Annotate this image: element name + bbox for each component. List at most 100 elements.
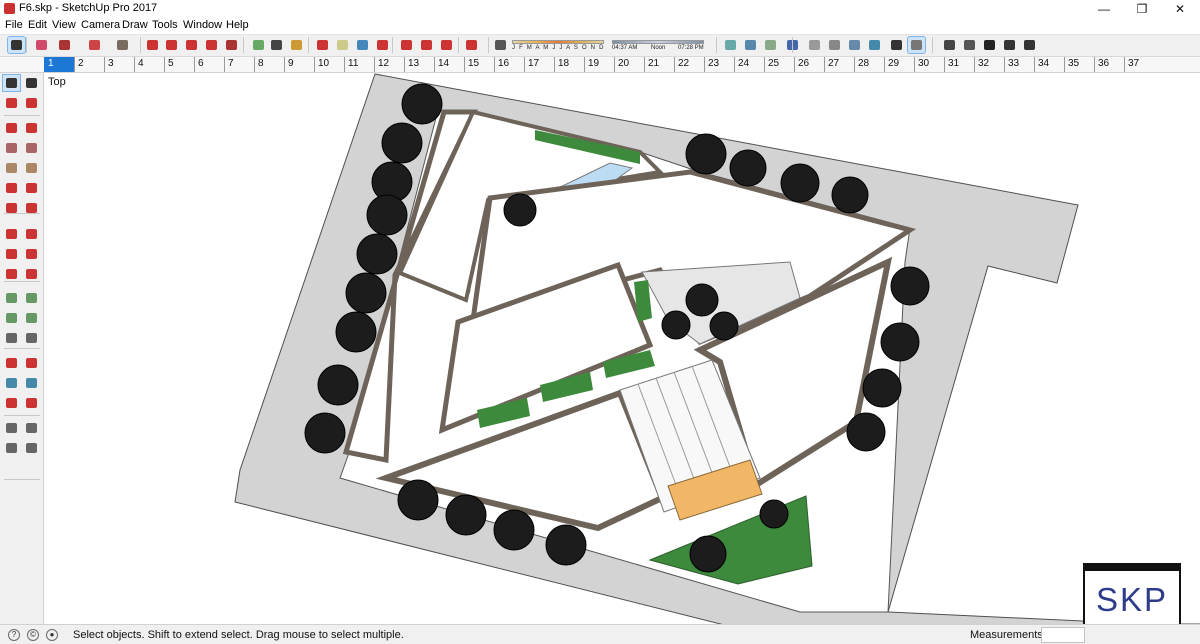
position-camera-icon[interactable] xyxy=(3,420,20,436)
shaded-icon[interactable] xyxy=(846,37,863,53)
tape-measure-icon[interactable] xyxy=(250,37,267,53)
time-slider[interactable] xyxy=(612,40,704,44)
wireframe-icon[interactable] xyxy=(806,37,823,53)
section-plane-icon[interactable] xyxy=(742,37,759,53)
components-icon[interactable] xyxy=(438,37,455,53)
scale-tool-icon[interactable] xyxy=(3,266,20,282)
scene-tab-12[interactable]: 12 xyxy=(374,57,404,72)
offset-tool-icon[interactable] xyxy=(23,266,40,282)
menu-edit[interactable]: Edit xyxy=(28,19,47,31)
pan-icon[interactable] xyxy=(334,37,351,53)
scene-tab-36[interactable]: 36 xyxy=(1094,57,1124,72)
front-view-icon[interactable] xyxy=(961,37,978,53)
geo-location-icon[interactable]: ? xyxy=(8,629,20,641)
previous-view-icon[interactable] xyxy=(23,395,40,411)
zoom-icon[interactable] xyxy=(354,37,371,53)
dimension-tool-icon[interactable] xyxy=(23,290,40,306)
move-icon[interactable] xyxy=(163,37,180,53)
extension-icon[interactable] xyxy=(418,37,435,53)
tape-measure-tool-icon[interactable] xyxy=(3,290,20,306)
zoom-extents-icon[interactable] xyxy=(374,37,391,53)
text-tool-icon[interactable] xyxy=(23,310,40,326)
push-pull-icon[interactable] xyxy=(144,37,161,53)
scene-tab-15[interactable]: 15 xyxy=(464,57,494,72)
shadow-icon[interactable] xyxy=(492,37,509,53)
scene-tab-16[interactable]: 16 xyxy=(494,57,524,72)
text-icon[interactable] xyxy=(268,37,285,53)
scene-tab-21[interactable]: 21 xyxy=(644,57,674,72)
scene-tab-34[interactable]: 34 xyxy=(1034,57,1064,72)
offset-icon[interactable] xyxy=(223,37,240,53)
pan-tool-icon[interactable] xyxy=(23,355,40,371)
scene-tab-32[interactable]: 32 xyxy=(974,57,1004,72)
follow-me-icon[interactable] xyxy=(23,246,40,262)
scene-tab-9[interactable]: 9 xyxy=(284,57,314,72)
rotate-tool-icon[interactable] xyxy=(3,246,20,262)
rectangle-icon[interactable] xyxy=(114,37,131,53)
menu-view[interactable]: View xyxy=(52,19,76,31)
scene-tab-22[interactable]: 22 xyxy=(674,57,704,72)
scene-tab-20[interactable]: 20 xyxy=(614,57,644,72)
scene-tab-17[interactable]: 17 xyxy=(524,57,554,72)
eraser-icon[interactable] xyxy=(23,95,40,111)
push-pull-tool-icon[interactable] xyxy=(23,226,40,242)
menu-tools[interactable]: Tools xyxy=(152,19,178,31)
arc-tool-icon[interactable] xyxy=(3,180,20,196)
shaded-textures-icon[interactable] xyxy=(866,37,883,53)
orbit-tool-icon[interactable] xyxy=(3,355,20,371)
walk-tool-icon[interactable] xyxy=(3,440,20,456)
rotated-rectangle-icon[interactable] xyxy=(23,140,40,156)
line-tool-icon[interactable] xyxy=(3,120,20,136)
scene-tab-29[interactable]: 29 xyxy=(884,57,914,72)
scene-tab-35[interactable]: 35 xyxy=(1064,57,1094,72)
zoom-window-icon[interactable] xyxy=(23,375,40,391)
scene-tab-5[interactable]: 5 xyxy=(164,57,194,72)
section-plane-tool-icon[interactable] xyxy=(23,440,40,456)
menu-help[interactable]: Help xyxy=(226,19,249,31)
scene-tab-3[interactable]: 3 xyxy=(104,57,134,72)
select-icon[interactable] xyxy=(7,36,26,54)
scene-tab-1[interactable]: 1 xyxy=(44,57,74,72)
monochrome-icon[interactable] xyxy=(888,37,905,53)
warehouse-icon[interactable] xyxy=(398,37,415,53)
scene-tab-26[interactable]: 26 xyxy=(794,57,824,72)
zoom-extents-tool-icon[interactable] xyxy=(3,395,20,411)
measurements-field[interactable] xyxy=(1041,627,1085,643)
scene-tab-7[interactable]: 7 xyxy=(224,57,254,72)
scene-tab-6[interactable]: 6 xyxy=(194,57,224,72)
protractor-tool-icon[interactable] xyxy=(3,310,20,326)
rotate-icon[interactable] xyxy=(183,37,200,53)
left-view-icon[interactable] xyxy=(1021,37,1038,53)
user-icon[interactable]: ● xyxy=(46,629,58,641)
eraser-icon[interactable] xyxy=(33,37,50,53)
make-component-icon[interactable] xyxy=(23,75,40,91)
top-view-icon[interactable] xyxy=(941,37,958,53)
scene-tab-14[interactable]: 14 xyxy=(434,57,464,72)
scene-tab-31[interactable]: 31 xyxy=(944,57,974,72)
model-viewport[interactable]: Top xyxy=(44,73,1200,624)
paint-bucket-icon[interactable] xyxy=(288,37,305,53)
menu-file[interactable]: File xyxy=(5,19,23,31)
right-view-icon[interactable] xyxy=(981,37,998,53)
credits-icon[interactable]: © xyxy=(27,629,39,641)
select-tool-icon[interactable] xyxy=(2,74,21,92)
move-tool-icon[interactable] xyxy=(3,226,20,242)
iso-view-icon[interactable] xyxy=(907,36,926,54)
freehand-icon[interactable] xyxy=(23,120,40,136)
scene-tab-8[interactable]: 8 xyxy=(254,57,284,72)
scene-tab-10[interactable]: 10 xyxy=(314,57,344,72)
ruby-icon[interactable] xyxy=(463,37,480,53)
section-cut-icon[interactable] xyxy=(762,37,779,53)
scene-tab-13[interactable]: 13 xyxy=(404,57,434,72)
menu-window[interactable]: Window xyxy=(183,19,222,31)
scene-tab-30[interactable]: 30 xyxy=(914,57,944,72)
polygon-tool-icon[interactable] xyxy=(23,160,40,176)
scene-tab-23[interactable]: 23 xyxy=(704,57,734,72)
circle-tool-icon[interactable] xyxy=(3,160,20,176)
date-slider[interactable] xyxy=(512,40,604,44)
scene-tab-11[interactable]: 11 xyxy=(344,57,374,72)
zoom-tool-icon[interactable] xyxy=(3,375,20,391)
scene-tab-19[interactable]: 19 xyxy=(584,57,614,72)
rectangle-tool-icon[interactable] xyxy=(3,140,20,156)
paint-bucket-icon[interactable] xyxy=(3,95,20,111)
